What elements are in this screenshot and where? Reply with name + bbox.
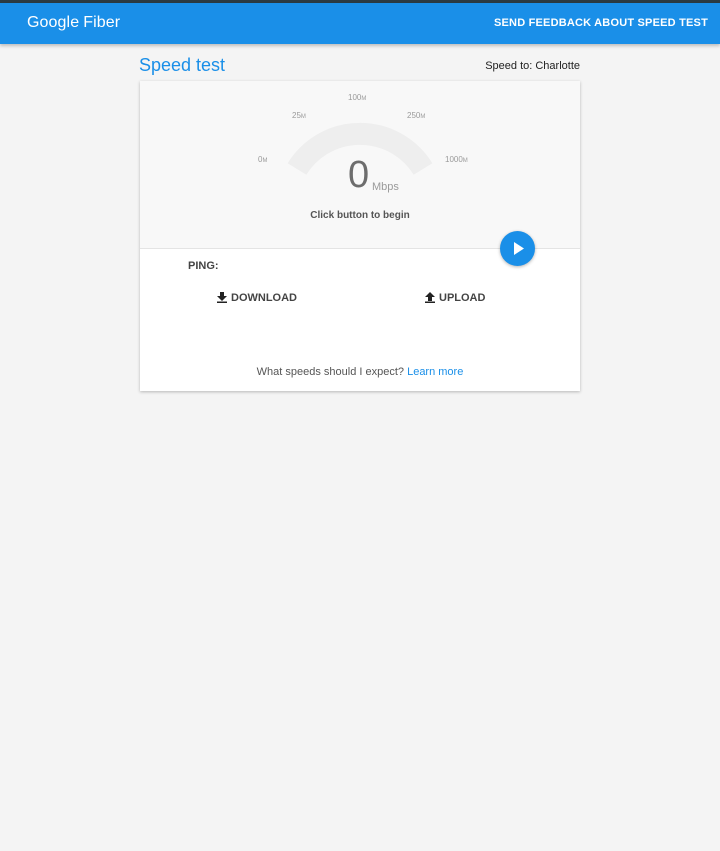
footer-question: What speeds should I expect? [256, 366, 405, 378]
tick-label-100: 100M [348, 93, 367, 102]
page-title: Speed test [139, 55, 226, 75]
speed-value: 0 [348, 154, 370, 196]
play-icon [514, 242, 524, 255]
tick-label-25: 25M [292, 111, 306, 120]
upload-label: UPLOAD [439, 292, 486, 304]
start-test-button[interactable] [500, 231, 535, 266]
tick-label-0: 0M [258, 155, 268, 164]
brand-google: Google [27, 14, 80, 31]
upload-result: UPLOAD [424, 291, 485, 304]
tick-label-250: 250M [407, 111, 426, 120]
speed-unit: Mbps [372, 181, 399, 193]
brand-fiber: Fiber [83, 14, 121, 31]
app-header: Google Fiber SEND FEEDBACK ABOUT SPEED TE… [0, 3, 720, 44]
download-result: DOWNLOAD [216, 291, 297, 304]
gauge-panel: 0M 25M 100M 250M 1000M 0 Mbps Click butt… [140, 81, 580, 249]
upload-icon [425, 292, 435, 303]
status-text: Click button to begin [310, 210, 410, 221]
download-label: DOWNLOAD [231, 292, 297, 304]
server-location: Speed to: Charlotte [485, 60, 580, 72]
ping-label: PING: [188, 260, 219, 272]
speed-test-card: 0M 25M 100M 250M 1000M 0 Mbps Click butt… [140, 81, 580, 391]
speed-expectation-footer: What speeds should I expect? Learn more [140, 366, 580, 378]
send-feedback-link[interactable]: SEND FEEDBACK ABOUT SPEED TEST [494, 17, 708, 29]
download-icon [217, 292, 227, 303]
learn-more-link[interactable]: Learn more [407, 366, 463, 378]
google-fiber-logo[interactable]: Google Fiber [27, 14, 120, 32]
tick-label-1000: 1000M [445, 155, 468, 164]
